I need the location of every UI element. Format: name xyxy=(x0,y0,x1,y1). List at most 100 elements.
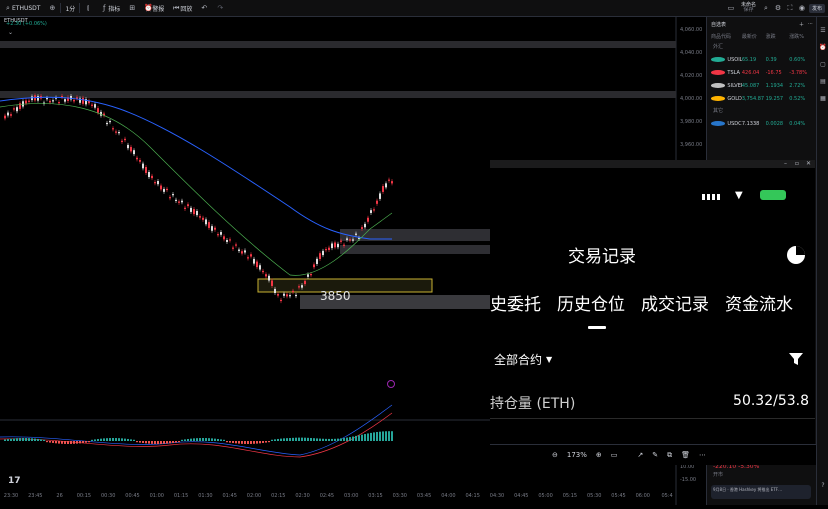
more-icon[interactable]: ⋯ xyxy=(808,21,813,28)
candle xyxy=(166,188,168,191)
interval-button[interactable]: 1分 xyxy=(61,0,79,16)
search-icon[interactable]: ⌕ xyxy=(762,4,770,13)
candle xyxy=(286,294,288,297)
chart-type-button[interactable]: ⫾ xyxy=(80,0,96,16)
candle xyxy=(265,274,267,277)
edit-icon[interactable]: ✎ xyxy=(652,451,658,459)
zoom-level[interactable]: 173% xyxy=(567,451,587,459)
maximize-icon[interactable]: ▫ xyxy=(795,160,799,167)
replay-button[interactable]: ⏮ 回放 xyxy=(168,0,196,16)
fit-icon[interactable]: ▭ xyxy=(611,451,618,459)
alert-button[interactable]: ⏰ 警报 xyxy=(140,0,168,16)
layout-icon[interactable]: ▭ xyxy=(727,4,735,12)
macd-histogram-bar xyxy=(40,439,42,441)
crop-icon[interactable]: ⧉ xyxy=(667,451,672,460)
news-icon[interactable]: ▤ xyxy=(817,78,828,85)
share-icon[interactable]: ↗ xyxy=(637,451,643,459)
macd-histogram-bar xyxy=(379,431,381,441)
symbol-search[interactable]: ⌕ ETHUSDT xyxy=(0,0,44,16)
chat-icon[interactable]: ▢ xyxy=(817,61,828,68)
publish-button[interactable]: 发布 xyxy=(808,3,825,13)
layout-menu[interactable]: 未命名 保存 xyxy=(741,3,756,13)
change: 0.0028 xyxy=(765,120,784,127)
col-last[interactable]: 最新价 xyxy=(742,33,766,40)
watchlist-row[interactable]: SILVER45.087 1.1934 2.72% xyxy=(707,79,817,92)
macd-histogram-bar xyxy=(67,441,69,444)
macd-tick-label: -15.00 xyxy=(680,477,696,483)
market-status: 开市 xyxy=(713,472,724,478)
macd-histogram-bar xyxy=(196,438,198,441)
watchlist-title[interactable]: 自选表 xyxy=(711,21,726,28)
more-icon[interactable]: ⋯ xyxy=(699,451,706,459)
compare-button[interactable]: ⊕ xyxy=(44,0,60,16)
col-symbol[interactable]: 商品代码 xyxy=(711,33,742,40)
candle xyxy=(91,104,93,106)
watchlist-row[interactable]: USDC 7.1338 0.0028 0.04% xyxy=(707,117,817,130)
tab-funding[interactable]: 资金流水 xyxy=(725,290,793,315)
group-header[interactable]: 其它 xyxy=(707,105,817,117)
indicators-button[interactable]: ƒ 指标 xyxy=(96,0,124,16)
settings-icon[interactable]: ⚙ xyxy=(774,4,782,12)
macd-histogram-bar xyxy=(283,438,285,441)
zoom-in-icon[interactable]: ⊕ xyxy=(596,451,602,459)
delete-icon[interactable]: 🗑 xyxy=(681,451,690,459)
add-symbol-icon[interactable]: ＋ xyxy=(799,21,804,28)
macd-histogram-bar xyxy=(133,439,135,441)
candle xyxy=(145,167,147,173)
pie-chart-icon[interactable] xyxy=(786,245,806,265)
candle xyxy=(106,122,108,125)
image-viewer-window[interactable]: – ▫ ✕ ▼ 交易记录 史委托 历史仓位 成交记录 资金流水 全部合约 ▼ 持… xyxy=(490,160,815,460)
time-tick-label: 03:15 xyxy=(368,493,382,499)
camera-icon[interactable]: ◉ xyxy=(798,4,806,12)
legend-collapse-icon[interactable]: ⌄ xyxy=(8,29,13,36)
watchlist-row[interactable]: USOIL 65.19 0.39 0.60% xyxy=(707,53,817,66)
candle xyxy=(274,288,276,293)
candle xyxy=(343,244,345,246)
macd-histogram-bar xyxy=(28,438,30,441)
group-header[interactable]: 外汇 xyxy=(707,41,817,53)
calendar-icon[interactable]: ▦ xyxy=(817,95,828,102)
time-tick-label: 02:00 xyxy=(247,493,261,499)
minimize-icon[interactable]: – xyxy=(784,160,787,167)
filter-icon[interactable] xyxy=(788,351,804,367)
macd-histogram-bar xyxy=(331,438,333,441)
redo-button[interactable]: ↷ xyxy=(212,0,228,16)
search-icon: ⌕ xyxy=(6,3,10,12)
tab-positions[interactable]: 历史仓位 xyxy=(557,290,625,315)
macd-histogram-bar xyxy=(190,438,192,441)
templates-button[interactable]: ⊞ xyxy=(124,0,140,16)
fullscreen-icon[interactable]: ⛶ xyxy=(786,4,794,13)
macd-histogram-bar xyxy=(142,441,144,443)
zoom-out-icon[interactable]: ⊖ xyxy=(552,451,558,459)
col-chg[interactable]: 涨跌 xyxy=(766,33,790,40)
macd-histogram-bar xyxy=(202,438,204,441)
candle xyxy=(133,150,135,155)
watchlist-icon[interactable]: ☰ xyxy=(817,27,828,34)
candle xyxy=(202,217,204,220)
macd-histogram-bar xyxy=(319,438,321,441)
macd-histogram-bar xyxy=(247,441,249,444)
symbol-logo xyxy=(711,70,726,75)
tab-orders[interactable]: 史委托 xyxy=(490,290,541,315)
macd-histogram-bar xyxy=(172,441,174,444)
watchlist-row[interactable]: TSLA 426.04 -16.75 -3.78% xyxy=(707,66,817,79)
alert-label: 警报 xyxy=(152,5,165,13)
symbol-label: ETHUSDT xyxy=(12,4,41,12)
candle xyxy=(277,294,279,296)
undo-button[interactable]: ↶ xyxy=(196,0,212,16)
close-icon[interactable]: ✕ xyxy=(806,160,811,167)
col-chgpct[interactable]: 涨跌% xyxy=(789,33,813,40)
alerts-icon[interactable]: ⏰ xyxy=(817,44,828,51)
candle xyxy=(148,172,150,178)
tab-fills[interactable]: 成交记录 xyxy=(641,290,709,315)
time-tick-label: 01:00 xyxy=(150,493,164,499)
symbol-name: TSLA xyxy=(727,69,740,76)
news-card[interactable]: 9月8日 · 香港 Hashkey 将推出 ETF… xyxy=(711,485,811,499)
macd-histogram-bar xyxy=(229,441,231,443)
tradingview-logo: 17 xyxy=(8,476,21,486)
time-tick-label: 02:15 xyxy=(271,493,285,499)
help-icon[interactable]: ? xyxy=(817,482,828,489)
watchlist-row[interactable]: GOLD 3,754.87 19.257 0.52% xyxy=(707,92,817,105)
shaded-zone xyxy=(0,41,676,48)
contract-filter[interactable]: 全部合约 ▼ xyxy=(494,351,552,368)
